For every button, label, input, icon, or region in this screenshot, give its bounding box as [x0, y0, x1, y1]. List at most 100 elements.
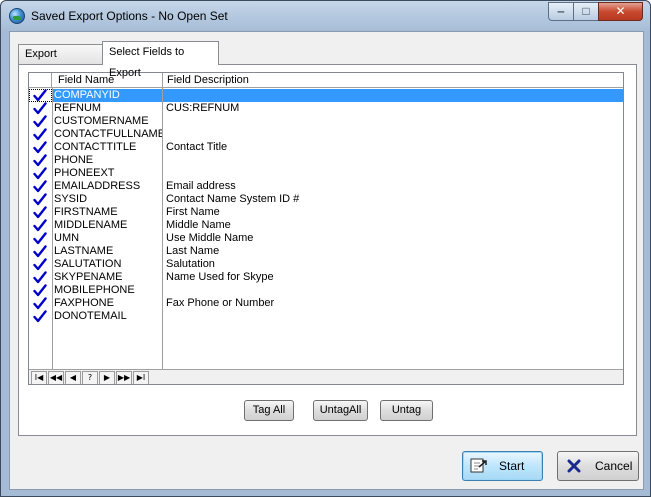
prev-page-button[interactable]: ◀◀ [48, 371, 64, 384]
tag-cell[interactable] [29, 141, 52, 154]
table-row[interactable]: CONTACTFULLNAME [29, 128, 623, 141]
checkmark-icon [33, 310, 47, 323]
minimize-button[interactable]: ‒ [548, 2, 574, 21]
title-bar[interactable]: Saved Export Options - No Open Set ‒ □ ✕ [1, 1, 650, 31]
table-row[interactable]: FAXPHONE Fax Phone or Number [29, 297, 623, 310]
field-description-cell[interactable]: Name Used for Skype [163, 271, 623, 284]
start-button[interactable]: Start [462, 451, 543, 481]
tag-cell[interactable] [29, 167, 52, 180]
field-description-cell[interactable]: Email address [163, 180, 623, 193]
close-button[interactable]: ✕ [598, 2, 643, 21]
field-description-cell[interactable]: Contact Title [163, 141, 623, 154]
table-row[interactable]: SKYPENAME Name Used for Skype [29, 271, 623, 284]
field-description-cell[interactable] [163, 167, 623, 180]
field-description-cell[interactable] [163, 310, 623, 323]
field-name-cell[interactable]: DONOTEMAIL [52, 310, 163, 323]
untag-all-button[interactable]: UntagAll [313, 400, 368, 421]
cancel-button[interactable]: Cancel [557, 451, 639, 481]
tag-all-button[interactable]: Tag All [244, 400, 294, 421]
table-row[interactable]: UMN Use Middle Name [29, 232, 623, 245]
tag-cell[interactable] [29, 297, 52, 310]
field-description-cell[interactable]: Contact Name System ID # [163, 193, 623, 206]
field-name-cell[interactable]: PHONE [52, 154, 163, 167]
table-row[interactable]: PHONEEXT [29, 167, 623, 180]
tag-cell[interactable] [29, 232, 52, 245]
field-description-cell[interactable]: Salutation [163, 258, 623, 271]
field-description-cell[interactable]: First Name [163, 206, 623, 219]
column-header-field-name[interactable]: Field Name [52, 73, 163, 88]
tag-cell[interactable] [29, 102, 52, 115]
table-row[interactable]: DONOTEMAIL [29, 310, 623, 323]
table-row[interactable]: FIRSTNAME First Name [29, 206, 623, 219]
field-description-cell[interactable] [163, 89, 623, 102]
field-description-cell[interactable]: Use Middle Name [163, 232, 623, 245]
field-name-cell[interactable]: SKYPENAME [52, 271, 163, 284]
field-description-cell[interactable]: Fax Phone or Number [163, 297, 623, 310]
table-row[interactable]: REFNUM CUS:REFNUM [29, 102, 623, 115]
field-name-cell[interactable]: FAXPHONE [52, 297, 163, 310]
table-row[interactable]: MOBILEPHONE [29, 284, 623, 297]
table-row[interactable]: CUSTOMERNAME [29, 115, 623, 128]
field-description-cell[interactable] [163, 154, 623, 167]
tag-cell[interactable] [29, 154, 52, 167]
table-row[interactable]: EMAILADDRESS Email address [29, 180, 623, 193]
field-description-cell[interactable]: Last Name [163, 245, 623, 258]
fields-grid[interactable]: Field Name Field Description COMPANYID RE… [28, 72, 624, 385]
column-header-field-description[interactable]: Field Description [163, 73, 623, 88]
next-record-button[interactable]: ▶ [99, 371, 115, 384]
table-row[interactable]: SYSID Contact Name System ID # [29, 193, 623, 206]
tag-cell[interactable] [29, 219, 52, 232]
tab-export-options[interactable]: Export Options [18, 44, 104, 78]
column-header-tag[interactable] [29, 73, 52, 88]
last-record-button[interactable]: ▶I [133, 371, 149, 384]
tag-cell[interactable] [29, 206, 52, 219]
table-row[interactable]: MIDDLENAME Middle Name [29, 219, 623, 232]
untag-button[interactable]: Untag [380, 400, 433, 421]
tag-cell[interactable] [29, 128, 52, 141]
tag-cell[interactable] [29, 271, 52, 284]
next-page-button[interactable]: ▶▶ [116, 371, 132, 384]
field-name-cell[interactable]: CUSTOMERNAME [52, 115, 163, 128]
first-record-button[interactable]: I◀ [31, 371, 47, 384]
prev-record-button[interactable]: ◀ [65, 371, 81, 384]
field-name-cell[interactable]: CONTACTFULLNAME [52, 128, 163, 141]
tag-cell[interactable] [29, 284, 52, 297]
tag-cell[interactable] [29, 193, 52, 206]
tag-cell[interactable] [29, 310, 52, 323]
select-fields-panel: Field Name Field Description COMPANYID RE… [18, 64, 637, 436]
table-row[interactable]: SALUTATION Salutation [29, 258, 623, 271]
table-row[interactable]: LASTNAME Last Name [29, 245, 623, 258]
table-row[interactable]: PHONE [29, 154, 623, 167]
field-name-cell[interactable]: SALUTATION [52, 258, 163, 271]
tag-cell[interactable] [29, 258, 52, 271]
field-description-cell[interactable] [163, 115, 623, 128]
tag-cell[interactable] [29, 115, 52, 128]
field-name-cell[interactable]: MIDDLENAME [52, 219, 163, 232]
tag-cell[interactable] [29, 245, 52, 258]
field-name-cell[interactable]: COMPANYID [52, 89, 163, 102]
table-row[interactable]: COMPANYID [29, 89, 623, 102]
field-name-cell[interactable]: REFNUM [52, 102, 163, 115]
field-name-cell[interactable]: LASTNAME [52, 245, 163, 258]
field-description-cell[interactable] [163, 128, 623, 141]
field-name-cell[interactable]: PHONEEXT [52, 167, 163, 180]
tag-cell[interactable] [29, 89, 52, 102]
maximize-button[interactable]: □ [573, 2, 599, 21]
field-description-cell[interactable]: Middle Name [163, 219, 623, 232]
field-name-cell[interactable]: MOBILEPHONE [52, 284, 163, 297]
field-name-cell[interactable]: EMAILADDRESS [52, 180, 163, 193]
table-row[interactable]: CONTACTTITLE Contact Title [29, 141, 623, 154]
tag-all-label: Tag All [252, 404, 286, 416]
field-name-cell[interactable]: UMN [52, 232, 163, 245]
field-name-cell[interactable]: CONTACTTITLE [52, 141, 163, 154]
query-button[interactable]: ? [82, 371, 98, 384]
checkmark-icon [33, 180, 47, 193]
field-name-cell[interactable]: FIRSTNAME [52, 206, 163, 219]
field-description-cell[interactable]: CUS:REFNUM [163, 102, 623, 115]
checkmark-icon [33, 115, 47, 128]
field-name-cell[interactable]: SYSID [52, 193, 163, 206]
checkmark-icon [33, 232, 47, 245]
tab-select-fields[interactable]: Select Fields to Export [102, 41, 219, 79]
tag-cell[interactable] [29, 180, 52, 193]
field-description-cell[interactable] [163, 284, 623, 297]
